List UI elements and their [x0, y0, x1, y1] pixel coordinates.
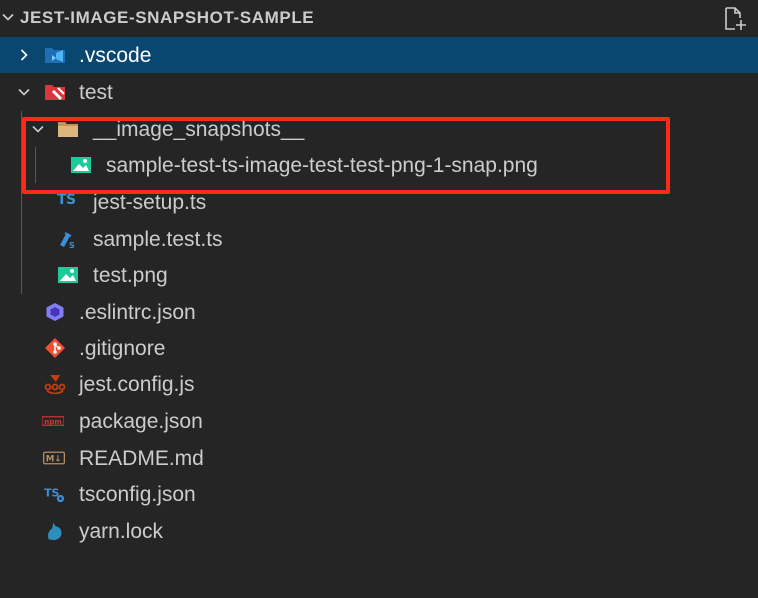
npm-icon-text: npm: [44, 417, 62, 426]
tree-item-label: .gitignore: [79, 337, 166, 360]
npm-icon: npm: [42, 416, 64, 426]
git-icon: [45, 338, 65, 358]
new-file-icon[interactable]: [722, 6, 748, 32]
test-ts-icon: S: [60, 232, 75, 249]
tree-item-label: __image_snapshots__: [93, 118, 305, 141]
tree-item-label: .eslintrc.json: [79, 301, 196, 324]
tree-item-label: .vscode: [79, 44, 152, 67]
tree-item-label: README.md: [79, 447, 204, 470]
chevron-down-icon[interactable]: [0, 9, 16, 25]
explorer-header[interactable]: JEST-IMAGE-SNAPSHOT-SAMPLE: [0, 0, 758, 36]
tree-item-tsconfig[interactable]: TS tsconfig.json: [0, 476, 758, 512]
tree-item-vscode[interactable]: .vscode: [0, 37, 758, 73]
svg-text:S: S: [69, 241, 75, 249]
tree-item-image-snapshots[interactable]: __image_snapshots__: [0, 111, 758, 147]
test-folder-icon: [45, 85, 65, 101]
workspace-title: JEST-IMAGE-SNAPSHOT-SAMPLE: [20, 8, 315, 27]
image-icon: [58, 267, 78, 283]
vscode-folder-icon: [45, 48, 65, 63]
typescript-icon: TS: [57, 192, 76, 208]
markdown-icon: M↓: [43, 451, 65, 465]
tree-item-label: jest-setup.ts: [93, 191, 207, 214]
tree-item-label: test: [79, 81, 113, 104]
tree-item-gitignore[interactable]: .gitignore: [0, 330, 758, 366]
tsconfig-icon: TS: [44, 487, 65, 503]
tree-item-label: package.json: [79, 410, 203, 433]
chevron-down-icon[interactable]: [16, 84, 32, 100]
tree-item-label: jest.config.js: [79, 373, 195, 396]
tree-item-label: tsconfig.json: [79, 483, 196, 506]
tree-item-package-json[interactable]: npm package.json: [0, 403, 758, 439]
indent-guide: [35, 147, 36, 183]
jest-icon: [44, 375, 66, 394]
file-explorer: JEST-IMAGE-SNAPSHOT-SAMPLE .vscode test …: [0, 0, 758, 598]
tree-item-snap-png[interactable]: sample-test-ts-image-test-test-png-1-sna…: [0, 147, 758, 183]
markdown-icon-text: M↓: [46, 455, 62, 465]
chevron-down-icon[interactable]: [30, 121, 46, 137]
tree-item-label: yarn.lock: [79, 520, 164, 543]
image-icon: [71, 157, 91, 173]
tree-item-jest-setup[interactable]: TS jest-setup.ts: [0, 184, 758, 220]
tree-item-test-png[interactable]: test.png: [0, 257, 758, 293]
eslint-icon: [46, 303, 64, 321]
indent-guide: [21, 111, 22, 294]
yarn-icon: [48, 522, 62, 541]
tree-item-yarn-lock[interactable]: yarn.lock: [0, 513, 758, 549]
tree-item-eslintrc[interactable]: .eslintrc.json: [0, 294, 758, 330]
tree-item-label: sample.test.ts: [93, 228, 223, 251]
tree-item-label: sample-test-ts-image-test-test-png-1-sna…: [106, 154, 538, 177]
tree-item-label: test.png: [93, 264, 168, 287]
folder-icon: [58, 122, 78, 137]
chevron-right-icon[interactable]: [16, 47, 32, 63]
tree-item-jest-config[interactable]: jest.config.js: [0, 366, 758, 402]
tree-item-sample-test[interactable]: S sample.test.ts: [0, 221, 758, 257]
tree-item-readme[interactable]: M↓ README.md: [0, 440, 758, 476]
tree-item-test[interactable]: test: [0, 74, 758, 110]
